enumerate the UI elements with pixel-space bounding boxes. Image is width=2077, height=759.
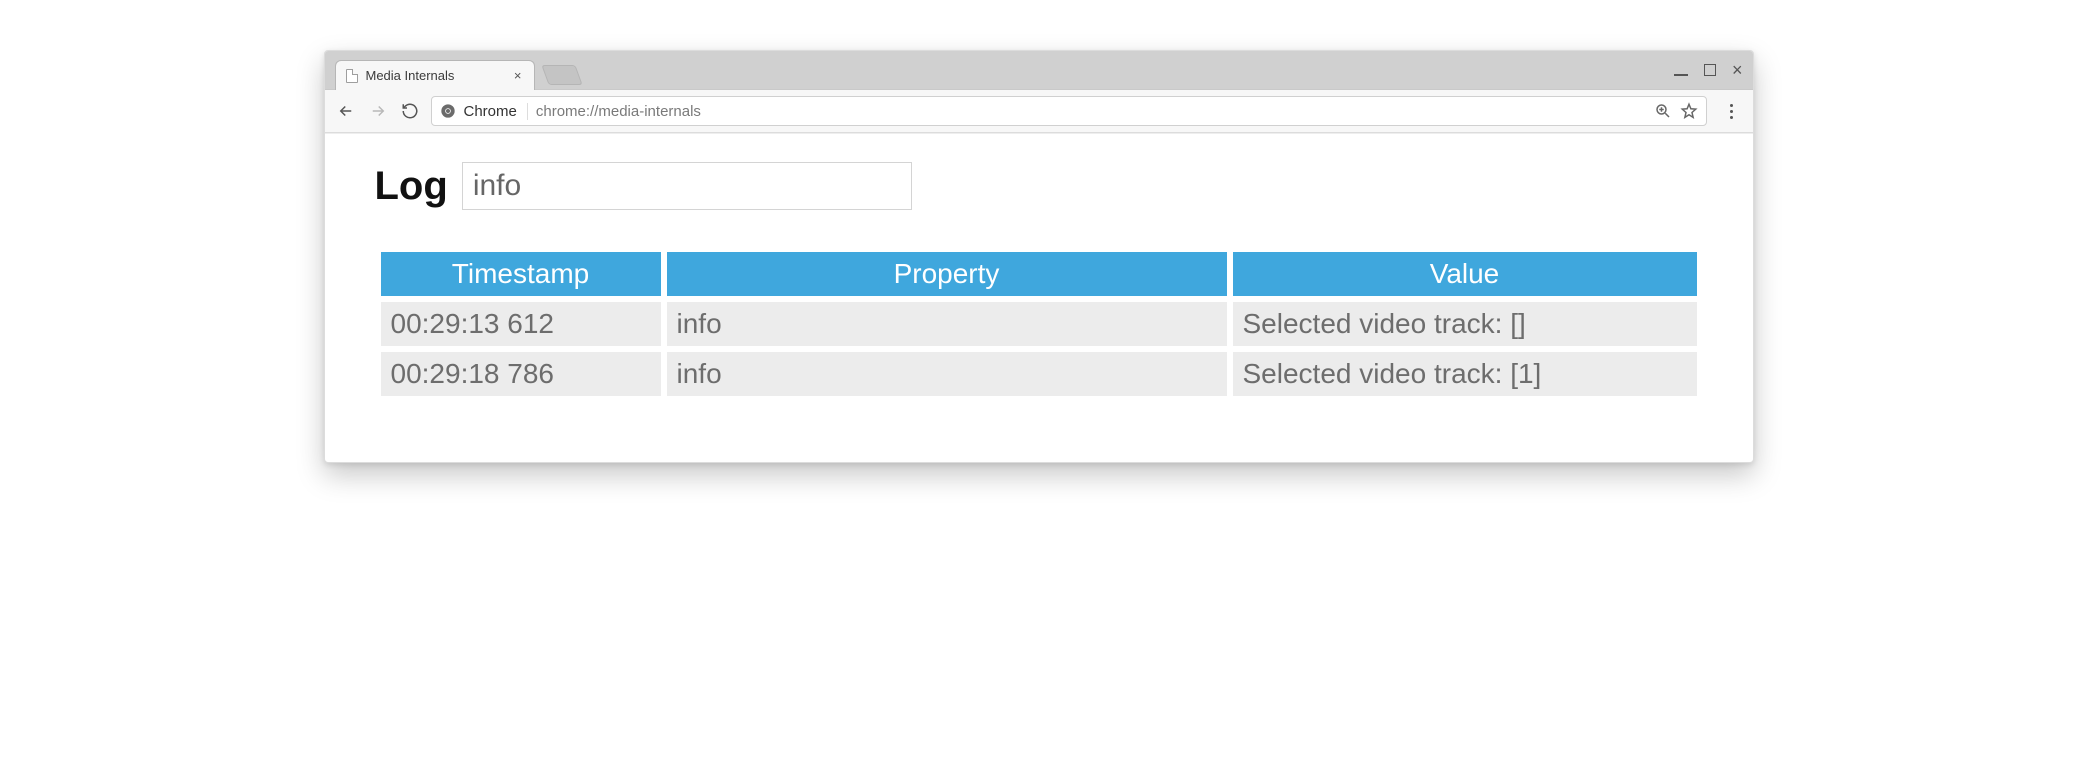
reload-button[interactable] xyxy=(399,100,421,122)
page-content: Log Timestamp Property Value 00:29:13 6 xyxy=(325,133,1753,462)
tab-title: Media Internals xyxy=(366,68,506,83)
cell-timestamp: 00:29:13 612 xyxy=(381,302,661,346)
address-bar[interactable]: Chrome chrome://media-internals xyxy=(431,96,1707,126)
log-filter-input[interactable] xyxy=(462,162,912,210)
forward-button[interactable] xyxy=(367,100,389,122)
cell-value: Selected video track: [] xyxy=(1233,302,1697,346)
table-header-row: Timestamp Property Value xyxy=(381,252,1697,296)
minimize-button[interactable] xyxy=(1674,69,1688,71)
col-header-value: Value xyxy=(1233,252,1697,296)
log-table: Timestamp Property Value 00:29:13 612 in… xyxy=(375,246,1703,402)
cell-property: info xyxy=(667,352,1227,396)
url-scheme-label: Chrome xyxy=(464,103,528,120)
browser-tab[interactable]: Media Internals × xyxy=(335,60,535,90)
tab-strip: Media Internals × × xyxy=(325,51,1753,89)
cell-property: info xyxy=(667,302,1227,346)
close-tab-icon[interactable]: × xyxy=(514,68,522,83)
log-header: Log xyxy=(375,162,1703,210)
new-tab-button[interactable] xyxy=(541,65,582,85)
maximize-button[interactable] xyxy=(1704,64,1716,76)
col-header-property: Property xyxy=(667,252,1227,296)
url-text: chrome://media-internals xyxy=(536,103,701,120)
cell-timestamp: 00:29:18 786 xyxy=(381,352,661,396)
toolbar: Chrome chrome://media-internals xyxy=(325,89,1753,133)
window-controls: × xyxy=(1674,51,1743,89)
page-icon xyxy=(346,69,358,83)
close-window-button[interactable]: × xyxy=(1732,61,1743,79)
chrome-icon xyxy=(440,103,456,119)
table-row: 00:29:18 786 info Selected video track: … xyxy=(381,352,1697,396)
bookmark-star-icon[interactable] xyxy=(1680,102,1698,120)
zoom-icon[interactable] xyxy=(1654,102,1672,120)
cell-value: Selected video track: [1] xyxy=(1233,352,1697,396)
browser-window: Media Internals × × xyxy=(324,50,1754,463)
col-header-timestamp: Timestamp xyxy=(381,252,661,296)
page-title: Log xyxy=(375,164,448,209)
menu-button[interactable] xyxy=(1721,100,1743,122)
back-button[interactable] xyxy=(335,100,357,122)
table-row: 00:29:13 612 info Selected video track: … xyxy=(381,302,1697,346)
